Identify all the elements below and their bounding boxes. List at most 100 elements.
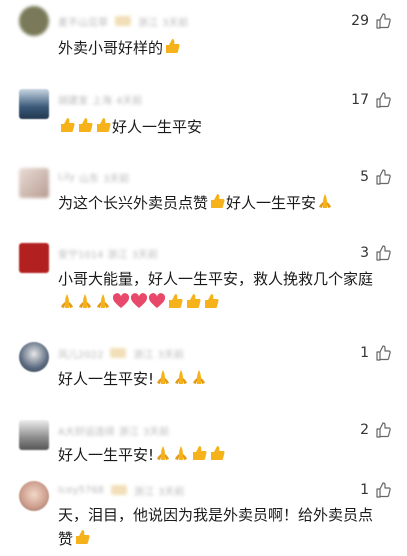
like-control[interactable]: 17 <box>351 90 391 110</box>
like-control[interactable]: 3 <box>360 243 391 263</box>
comment-item[interactable]: 麦不山见草 浙江 3天前 29 外卖小哥好样的 <box>0 0 407 78</box>
prayer-emoji-icon <box>172 368 190 386</box>
username[interactable]: 风儿2022 <box>58 346 103 361</box>
comment-text-content: 好人一生平安 <box>226 194 317 212</box>
like-count: 1 <box>360 482 369 498</box>
comment-text: 天，泪目，他说因为我是外卖员啊！给外卖员点 赞 <box>58 503 388 551</box>
location: 浙江 <box>138 17 158 29</box>
like-count: 2 <box>360 422 369 438</box>
user-badge <box>110 485 127 495</box>
avatar[interactable] <box>19 168 49 198</box>
comment-item[interactable]: Icey5768 浙江 3天前 1 天，泪目，他说因为我是外卖员啊！给外卖员点 … <box>0 475 407 556</box>
thumbs-up-outline-icon[interactable] <box>375 169 391 185</box>
thumbs-up-emoji-icon <box>166 292 184 310</box>
avatar[interactable] <box>19 243 49 273</box>
prayer-emoji-icon <box>172 444 190 462</box>
location: 浙江 <box>133 349 154 361</box>
comment-text-content: 为这个长兴外卖员点赞 <box>58 194 209 212</box>
comment-text-content: 外卖小哥好样的 <box>58 39 164 57</box>
username[interactable]: A大好运连续 <box>58 423 115 438</box>
username[interactable]: 安宁1014 <box>58 246 103 261</box>
like-control[interactable]: 2 <box>360 420 391 440</box>
thumbs-up-emoji-icon <box>208 192 226 210</box>
like-control[interactable]: 5 <box>360 167 391 187</box>
prayer-emoji-icon <box>58 292 76 310</box>
like-count: 17 <box>351 92 369 108</box>
like-count: 3 <box>360 245 369 261</box>
prayer-emoji-icon <box>76 292 94 310</box>
comment-meta: 风儿2022 浙江 3天前 <box>58 346 184 361</box>
comment-text: 好人一生平安! <box>58 443 388 467</box>
comment-meta: Lily 山东 3天前 <box>58 170 130 185</box>
avatar[interactable] <box>19 6 49 36</box>
thumbs-up-emoji-icon <box>73 528 91 546</box>
thumbs-up-outline-icon[interactable] <box>375 345 391 361</box>
username[interactable]: Icey5768 <box>58 485 104 496</box>
location: 上海 <box>92 95 112 107</box>
avatar[interactable] <box>19 420 49 450</box>
thumbs-up-emoji-icon <box>58 116 76 134</box>
comment-meta: A大好运连续 浙江 3天前 <box>58 423 169 438</box>
username[interactable]: Lily <box>58 172 75 183</box>
username[interactable]: 胡建发 <box>58 92 88 107</box>
comment-text: 外卖小哥好样的 <box>58 36 388 60</box>
comment-text-content: 好人一生平安! <box>58 446 155 464</box>
timestamp: 3天前 <box>157 349 184 361</box>
heart-emoji-icon <box>130 292 148 310</box>
thumbs-up-outline-icon[interactable] <box>375 422 391 438</box>
comment-text-content: 好人一生平安! <box>58 370 155 388</box>
comment-text: 为这个长兴外卖员点赞 好人一生平安 <box>58 191 388 215</box>
heart-emoji-icon <box>148 292 166 310</box>
avatar[interactable] <box>19 342 49 372</box>
like-control[interactable]: 1 <box>360 480 391 500</box>
comment-text-line2: 赞 <box>58 527 388 551</box>
like-count: 29 <box>351 13 369 29</box>
comment-text-content: 赞 <box>58 530 74 548</box>
timestamp: 3天前 <box>157 486 185 498</box>
emoji-row <box>58 291 388 315</box>
avatar[interactable] <box>19 481 49 511</box>
comment-meta: 胡建发 上海 4天前 <box>58 92 143 107</box>
timestamp: 3天前 <box>131 249 158 261</box>
location: 浙江 <box>133 486 154 498</box>
thumbs-up-outline-icon[interactable] <box>375 92 391 108</box>
username[interactable]: 麦不山见草 <box>58 14 108 29</box>
comment-text-content: 天，泪目，他说因为我是外卖员啊！给外卖员点 <box>58 506 374 524</box>
like-control[interactable]: 1 <box>360 343 391 363</box>
thumbs-up-emoji-icon <box>184 292 202 310</box>
comment-item[interactable]: 胡建发 上海 4天前 17 好人一生平安 <box>0 82 407 160</box>
comment-text-content: 好人一生平安 <box>112 118 203 136</box>
prayer-emoji-icon <box>316 192 334 210</box>
location: 浙江 <box>107 249 128 261</box>
like-control[interactable]: 29 <box>351 11 391 31</box>
prayer-emoji-icon <box>190 368 208 386</box>
comment-text-content: 小哥大能量，好人一生平安，救人挽救几个家庭 <box>58 270 374 288</box>
comment-meta: 麦不山见草 浙江 3天前 <box>58 14 189 29</box>
comment-meta: 安宁1014 浙江 3天前 <box>58 246 158 261</box>
user-badge <box>110 348 127 358</box>
comment-item[interactable]: A大好运连续 浙江 3天前 2 好人一生平安! <box>0 415 407 481</box>
comment-item[interactable]: Lily 山东 3天前 5 为这个长兴外卖员点赞 好人一生平安 <box>0 160 407 235</box>
timestamp: 3天前 <box>162 17 189 29</box>
like-count: 1 <box>360 345 369 361</box>
thumbs-up-emoji-icon <box>163 37 181 55</box>
avatar[interactable] <box>19 89 49 119</box>
heart-emoji-icon <box>112 292 130 310</box>
thumbs-up-emoji-icon <box>202 292 220 310</box>
timestamp: 3天前 <box>103 173 130 185</box>
prayer-emoji-icon <box>94 292 112 310</box>
user-badge <box>115 16 131 26</box>
thumbs-up-outline-icon[interactable] <box>375 482 391 498</box>
comment-item[interactable]: 风儿2022 浙江 3天前 1 好人一生平安! <box>0 335 407 415</box>
thumbs-up-outline-icon[interactable] <box>375 245 391 261</box>
prayer-emoji-icon <box>154 444 172 462</box>
thumbs-up-emoji-icon <box>94 116 112 134</box>
comment-text: 小哥大能量，好人一生平安，救人挽救几个家庭 <box>58 267 388 315</box>
thumbs-up-outline-icon[interactable] <box>375 13 391 29</box>
comment-text: 好人一生平安 <box>58 115 388 139</box>
comment-item[interactable]: 安宁1014 浙江 3天前 3 小哥大能量，好人一生平安，救人挽救几个家庭 <box>0 235 407 335</box>
timestamp: 4天前 <box>116 95 143 107</box>
comment-meta: Icey5768 浙江 3天前 <box>58 483 185 498</box>
thumbs-up-emoji-icon <box>190 444 208 462</box>
prayer-emoji-icon <box>154 368 172 386</box>
